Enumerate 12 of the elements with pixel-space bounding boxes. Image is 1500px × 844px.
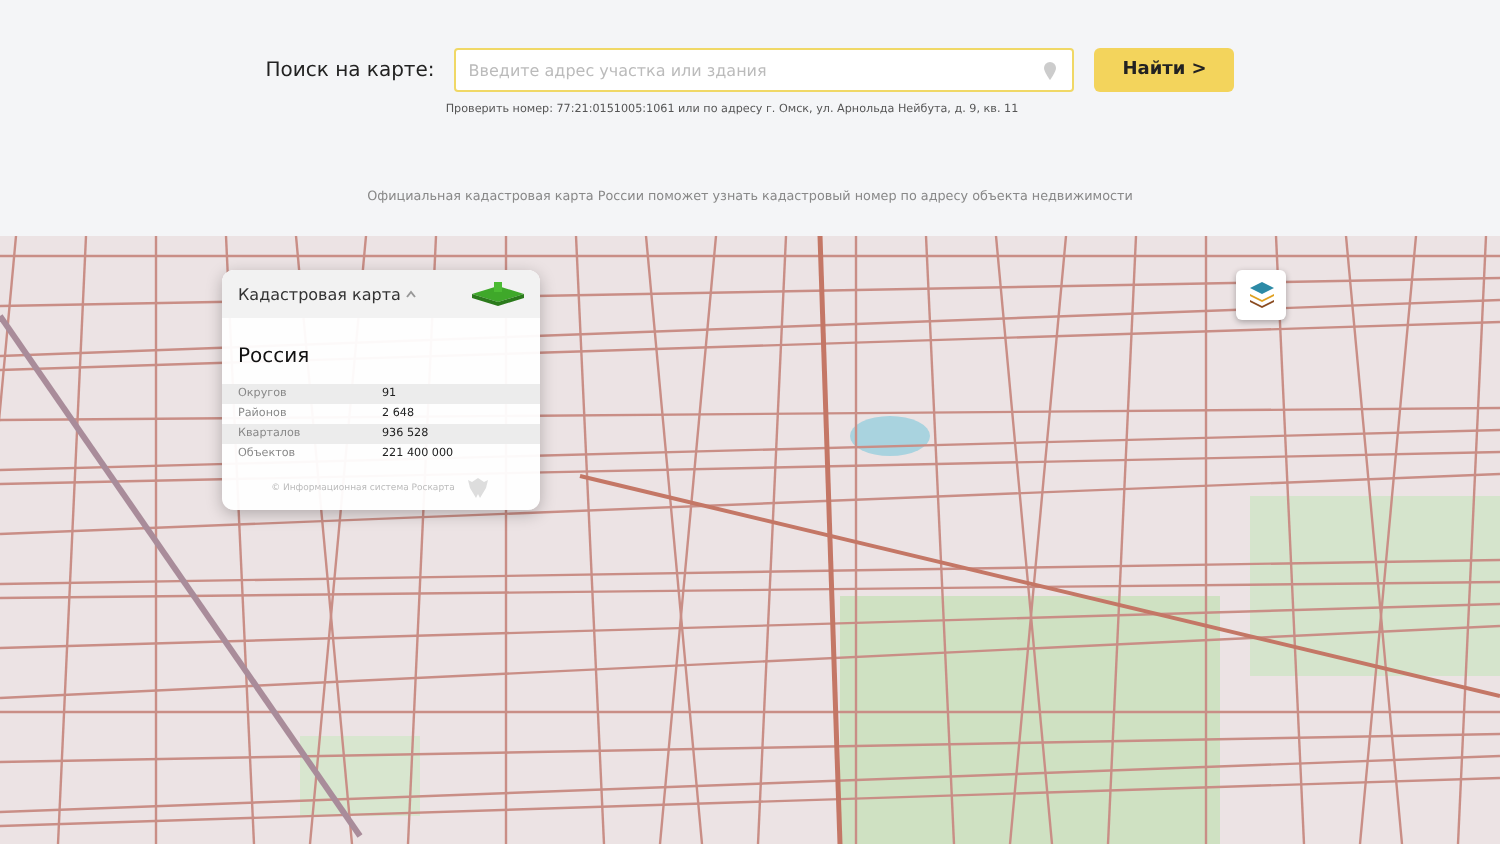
land-plot-icon (472, 282, 524, 306)
panel-title[interactable]: Кадастровая карта (238, 285, 401, 303)
caret-icon[interactable] (406, 290, 417, 298)
layers-icon (1249, 282, 1273, 308)
location-pin-icon (1044, 62, 1057, 80)
search-label: Поиск на карте: (265, 59, 435, 81)
emblem-icon (466, 476, 491, 500)
find-button[interactable]: Найти > (1094, 48, 1235, 92)
region-name: Россия (236, 344, 312, 372)
address-search-field[interactable]: Введите адрес участка или здания (454, 48, 1075, 92)
map-drawing[interactable] (0, 236, 1500, 844)
layers-button[interactable] (1236, 270, 1286, 320)
